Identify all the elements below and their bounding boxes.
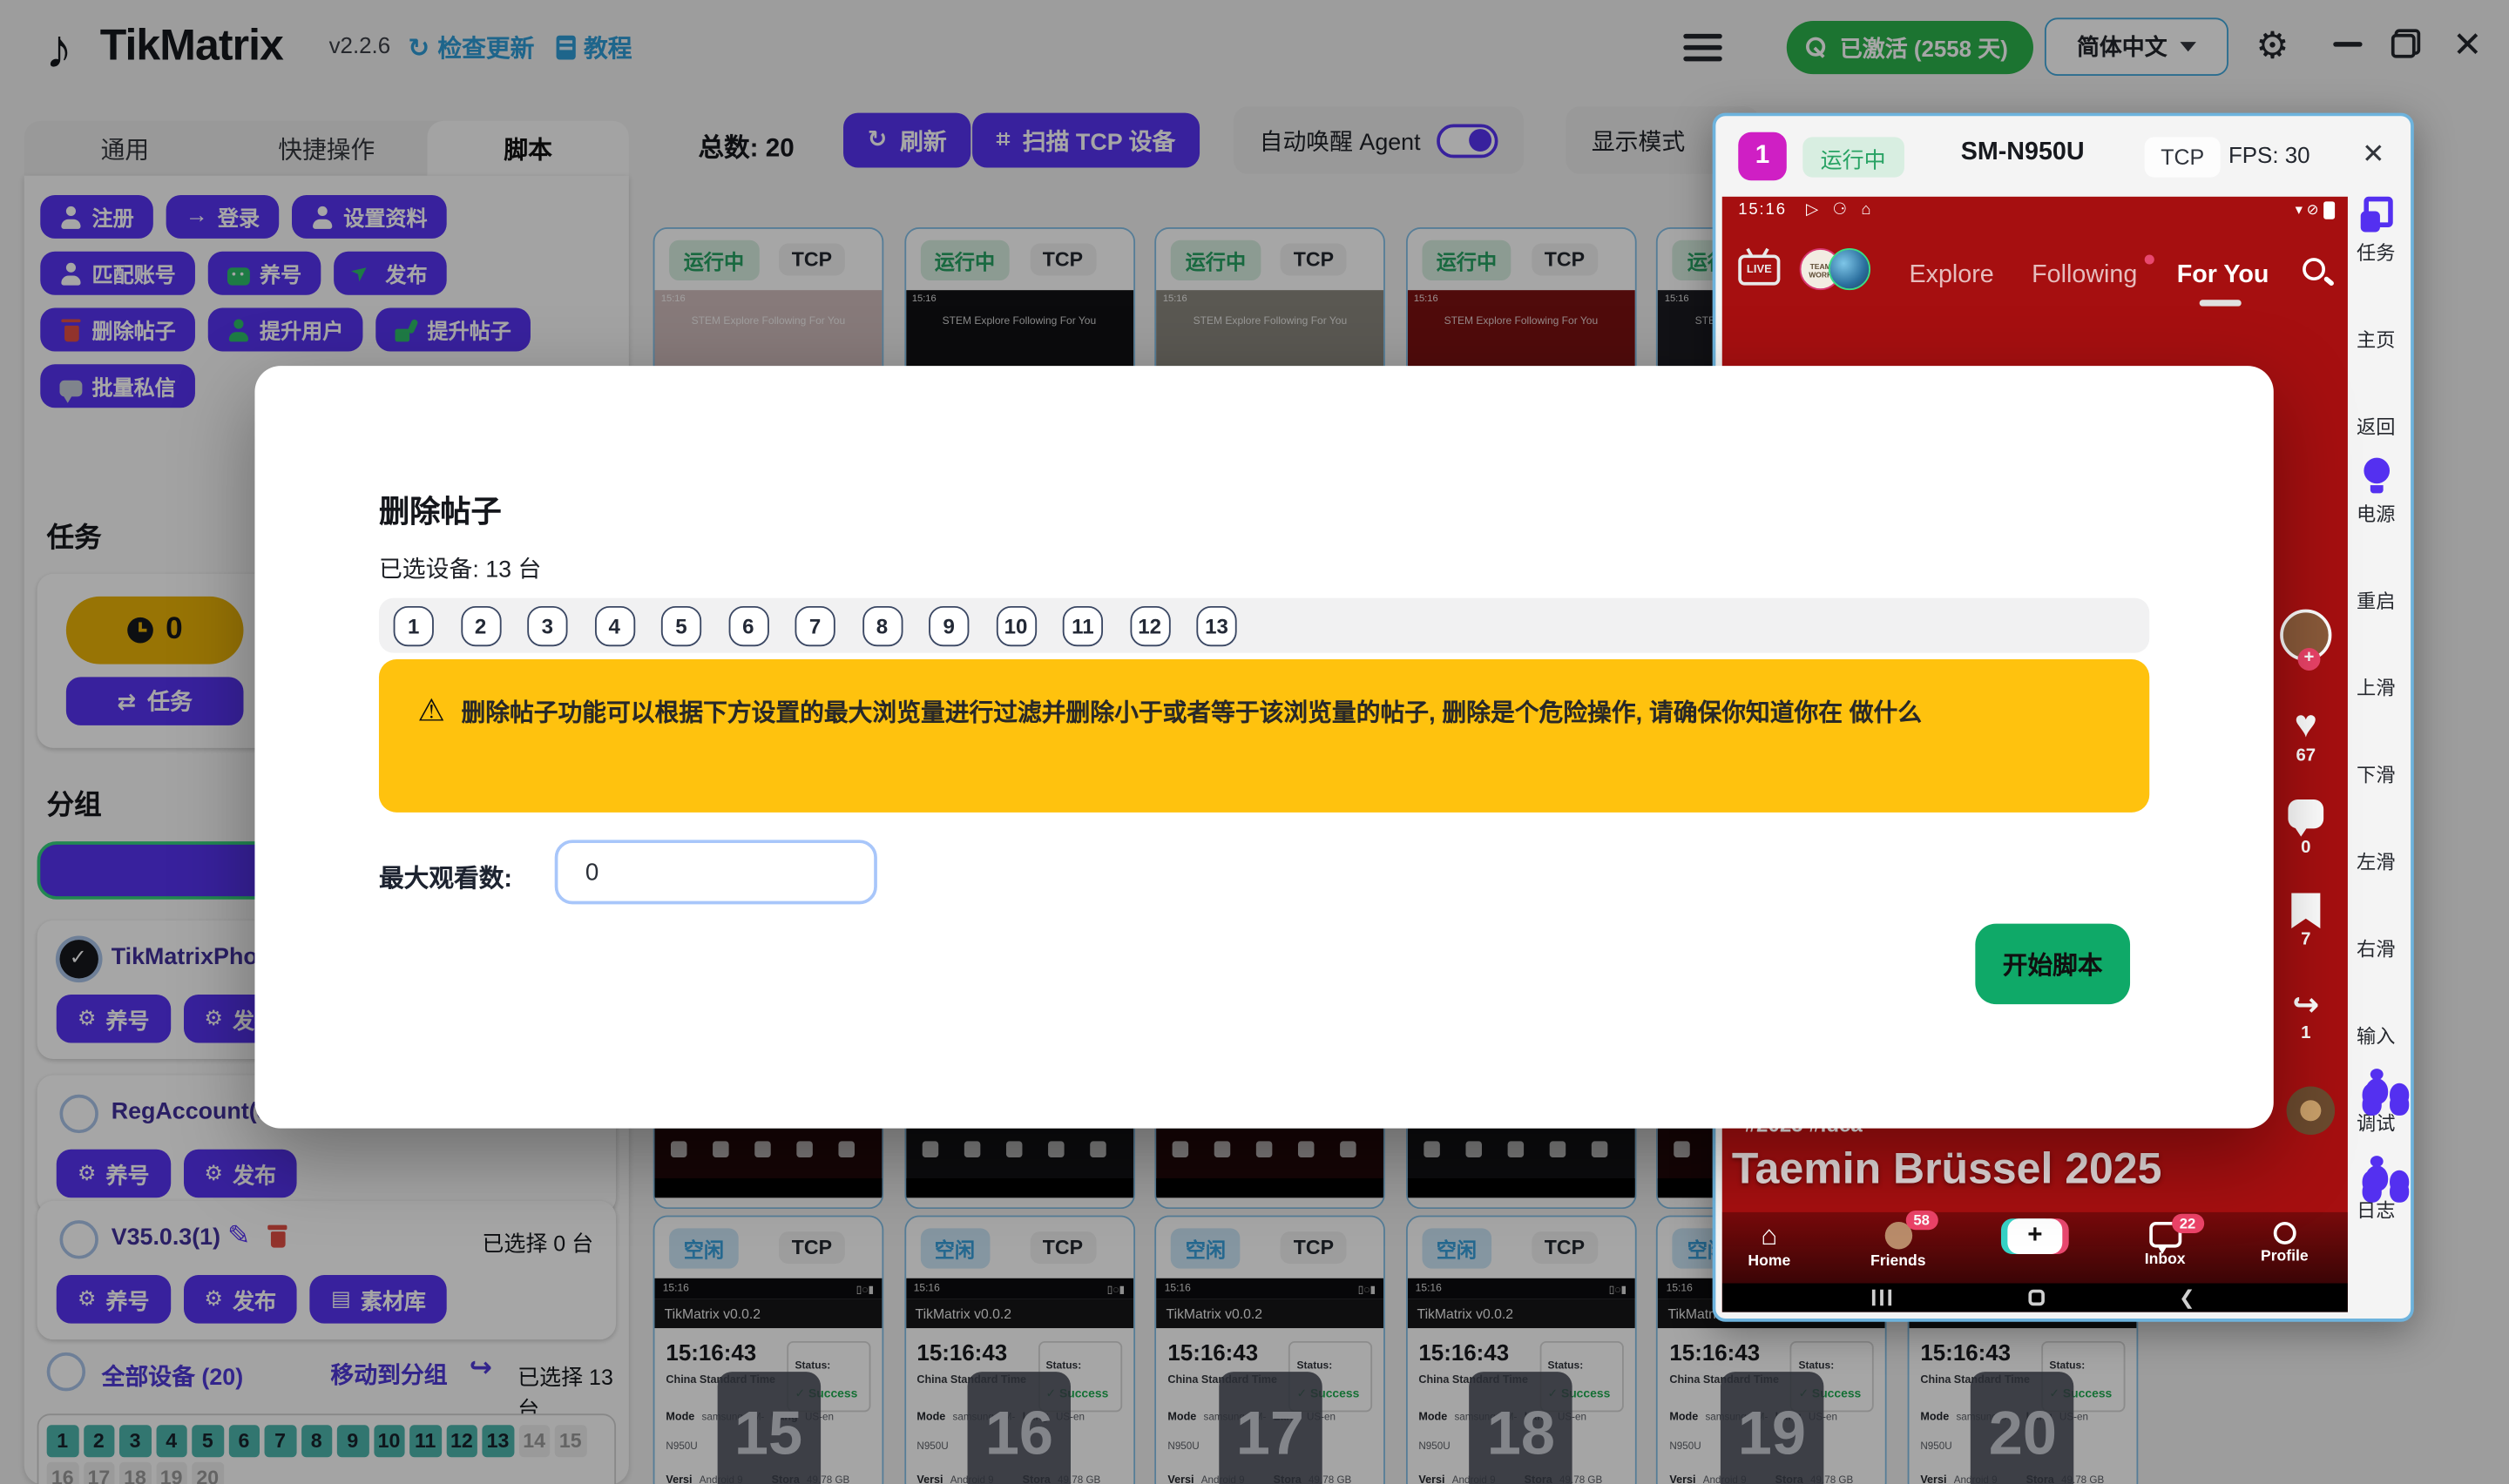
control-icon	[2360, 1154, 2392, 1192]
like-count: 67	[2274, 746, 2338, 766]
tab-following[interactable]: Following	[2032, 261, 2137, 290]
creator-avatar[interactable]	[2280, 610, 2331, 661]
phone-control-button[interactable]: 重启	[2342, 545, 2411, 632]
phone-control-button[interactable]: 日志	[2342, 1154, 2411, 1241]
nav-inbox[interactable]: 22 Inbox	[2145, 1222, 2186, 1269]
control-icon	[2362, 458, 2391, 496]
notification-dot	[2145, 254, 2154, 264]
warning-banner: ⚠ 删除帖子功能可以根据下方设置的最大浏览量进行过滤并删除小于或者等于该浏览量的帖…	[379, 659, 2149, 813]
device-chip[interactable]: 8	[862, 605, 902, 645]
protocol-badge: TCP	[2145, 137, 2221, 177]
device-chip[interactable]: 4	[594, 605, 634, 645]
delete-posts-dialog: 删除帖子 已选设备: 13 台 1 2 3 4 5 6 7 8 9 10	[254, 366, 2273, 1128]
dialog-title: 删除帖子	[379, 489, 502, 532]
friends-avatar-icon: 58	[1884, 1222, 1911, 1249]
android-back-button[interactable]: ❮	[2179, 1290, 2195, 1306]
battery-icon	[2323, 202, 2335, 219]
share-button[interactable]: ↪ 1	[2274, 989, 2338, 1042]
panel-close-button[interactable]: ✕	[2362, 138, 2384, 171]
phone-control-button[interactable]: 电源	[2342, 458, 2411, 545]
max-views-input[interactable]	[555, 840, 877, 904]
comment-button[interactable]: 0	[2274, 799, 2338, 858]
phone-control-button[interactable]: 右滑	[2342, 893, 2411, 980]
comment-count: 0	[2274, 838, 2338, 857]
device-index-badge: 1	[1738, 132, 1787, 181]
video-overlay-text: Taemin Brüssel 2025	[1732, 1144, 2162, 1194]
phone-control-button[interactable]: 输入	[2342, 980, 2411, 1067]
live-icon[interactable]: LIVE	[1738, 254, 1780, 285]
heart-icon: ♥	[2274, 706, 2338, 745]
device-chip[interactable]: 1	[394, 605, 434, 645]
android-navbar: ❮	[1722, 1283, 2348, 1312]
recent-apps-button[interactable]	[1872, 1290, 1891, 1306]
device-model: SM-N950U	[1961, 138, 2085, 167]
warning-icon: ⚠	[417, 695, 445, 729]
device-chip[interactable]: 6	[728, 605, 768, 645]
share-count: 1	[2274, 1023, 2338, 1042]
android-home-button[interactable]	[2029, 1290, 2046, 1306]
phone-statusbar-icons: ▷ ⚆ ⌂	[1806, 201, 1876, 219]
home-icon: ⌂	[1748, 1222, 1790, 1249]
phone-control-button[interactable]: 任务	[2342, 197, 2411, 284]
phone-control-column: 任务 主页 返回 电源 重启	[2342, 197, 2411, 1319]
bookmark-icon	[2291, 893, 2320, 928]
selected-devices-label: 已选设备: 13 台	[379, 551, 541, 585]
tab-for-you[interactable]: For You	[2177, 261, 2269, 290]
music-disc[interactable]	[2287, 1087, 2336, 1136]
like-button[interactable]: ♥ 67	[2274, 706, 2338, 766]
device-chip[interactable]: 3	[527, 605, 567, 645]
device-chip[interactable]: 9	[929, 605, 969, 645]
phone-panel-header: 1 运行中 SM-N950U TCP FPS: 30 ✕	[1715, 116, 2411, 197]
device-chip[interactable]: 2	[460, 605, 500, 645]
device-status-badge: 运行中	[1802, 137, 1904, 177]
tab-explore[interactable]: Explore	[1909, 261, 1993, 290]
phone-bottom-nav: ⌂ Home 58 Friends + 22 Inbox Profile	[1722, 1212, 2348, 1283]
phone-control-button[interactable]: 下滑	[2342, 719, 2411, 806]
fps-label: FPS: 30	[2228, 142, 2310, 168]
inbox-icon: 22	[2149, 1222, 2181, 1248]
nav-home[interactable]: ⌂ Home	[1748, 1222, 1790, 1271]
device-chip[interactable]: 11	[1063, 605, 1103, 645]
avatar[interactable]	[1829, 248, 1870, 290]
inbox-badge: 22	[2172, 1214, 2204, 1233]
max-views-label: 最大观看数:	[379, 860, 512, 895]
device-chip[interactable]: 12	[1130, 605, 1170, 645]
profile-icon	[2273, 1222, 2296, 1245]
comment-icon	[2288, 799, 2323, 828]
app-window: ♪ TikMatrix v2.2.6 ↻ 检查更新 教程 已激活 (2558 天…	[0, 0, 2509, 1484]
phone-statusbar-time: 15:16	[1738, 201, 1787, 219]
control-icon	[2360, 197, 2392, 233]
device-chip[interactable]: 5	[661, 605, 701, 645]
search-icon[interactable]	[2303, 258, 2325, 280]
start-script-button[interactable]: 开始脚本	[1975, 924, 2130, 1005]
create-button[interactable]: +	[2007, 1218, 2062, 1254]
phone-control-button[interactable]: 上滑	[2342, 632, 2411, 719]
warning-text: 删除帖子功能可以根据下方设置的最大浏览量进行过滤并删除小于或者等于该浏览量的帖子…	[461, 699, 1922, 726]
bookmark-count: 7	[2274, 930, 2338, 949]
tab-underline	[2200, 300, 2242, 305]
device-chip[interactable]: 13	[1196, 605, 1236, 645]
device-chip[interactable]: 10	[996, 605, 1036, 645]
device-chip[interactable]: 7	[795, 605, 835, 645]
rail-avatar-group[interactable]	[2274, 610, 2338, 661]
phone-control-button[interactable]: 左滑	[2342, 806, 2411, 893]
device-chip-strip: 1 2 3 4 5 6 7 8 9 10 11 12	[379, 598, 2149, 653]
nav-profile[interactable]: Profile	[2261, 1222, 2309, 1265]
phone-control-button[interactable]: 主页	[2342, 284, 2411, 371]
share-icon: ↪	[2274, 989, 2338, 1022]
control-icon	[2360, 1067, 2392, 1105]
friends-badge: 58	[1905, 1211, 1938, 1230]
phone-control-button[interactable]: 返回	[2342, 371, 2411, 458]
phone-control-button[interactable]: 调试	[2342, 1067, 2411, 1154]
phone-statusbar-right-icons: ▾ ⊘	[2296, 201, 2335, 219]
nav-friends[interactable]: 58 Friends	[1870, 1222, 1926, 1271]
bookmark-button[interactable]: 7	[2274, 893, 2338, 949]
